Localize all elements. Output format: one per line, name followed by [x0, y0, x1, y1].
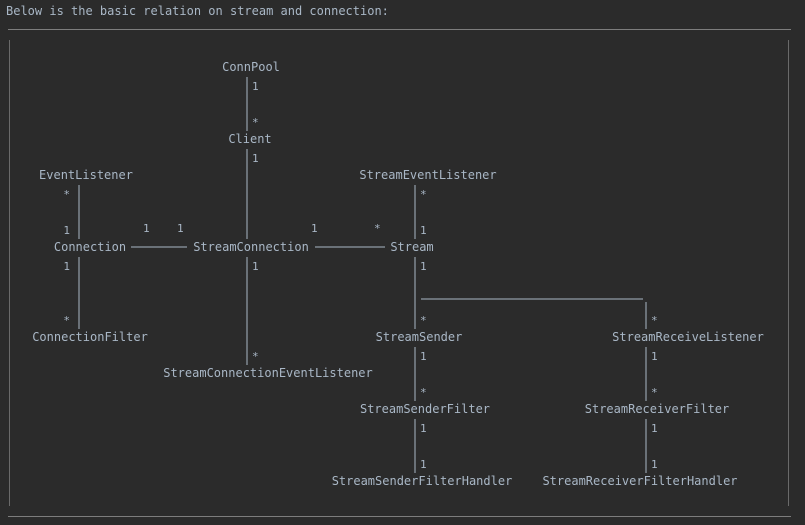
edge-connection-to-stream-connection-to-multiplicity: 1 [177, 222, 184, 235]
node-stream-sender-filter-handler: StreamSenderFilterHandler [332, 474, 513, 488]
edge-client-to-stream-connection-from-multiplicity: 1 [252, 152, 259, 165]
terminal-output: Below is the basic relation on stream an… [0, 0, 805, 525]
edge-stream-event-listener-to-stream-from-multiplicity: * [420, 188, 427, 201]
edge-conn-pool-to-client-to-multiplicity: * [252, 116, 259, 129]
node-stream-receive-listener: StreamReceiveListener [612, 330, 764, 344]
edge-stream-connection-to-stream-connection-event-listener-to-multiplicity: * [252, 350, 259, 363]
edge-stream-sender-to-stream-sender-filter-to-multiplicity: * [420, 386, 427, 399]
edge-connection-to-connection-filter-to-multiplicity: * [63, 314, 70, 327]
edge-stream-to-stream-sender-from-multiplicity: 1 [420, 260, 427, 273]
edge-stream-connection-to-stream-from-multiplicity: 1 [311, 222, 318, 235]
node-stream-sender-filter: StreamSenderFilter [360, 402, 490, 416]
edge-connection-to-connection-filter-from-multiplicity: 1 [63, 260, 70, 273]
edge-stream-event-listener-to-stream-to-multiplicity: 1 [420, 224, 427, 237]
edge-stream-to-stream-sender-to-multiplicity: * [420, 314, 427, 327]
edge-stream-sender-filter-to-stream-sender-filter-handler-from-multiplicity: 1 [420, 422, 427, 435]
edge-stream-to-stream-receive-listener-to-multiplicity: * [651, 314, 658, 327]
edge-stream-sender-to-stream-sender-filter-from-multiplicity: 1 [420, 350, 427, 363]
node-stream-connection: StreamConnection [193, 240, 309, 254]
edge-stream-receiver-filter-to-stream-receiver-filter-handler-to-multiplicity: 1 [651, 458, 658, 471]
node-stream-sender: StreamSender [376, 330, 463, 344]
edge-event-listener-to-connection-from-multiplicity: * [63, 188, 70, 201]
edge-stream-receiver-filter-to-stream-receiver-filter-handler-from-multiplicity: 1 [651, 422, 658, 435]
node-client: Client [228, 132, 271, 146]
edge-event-listener-to-connection-to-multiplicity: 1 [63, 224, 70, 237]
node-stream-receiver-filter-handler: StreamReceiverFilterHandler [542, 474, 737, 488]
node-conn-pool: ConnPool [222, 60, 280, 74]
node-stream-receiver-filter: StreamReceiverFilter [585, 402, 730, 416]
edge-connection-to-stream-connection-from-multiplicity: 1 [143, 222, 150, 235]
node-stream: Stream [390, 240, 433, 254]
edge-stream-connection-to-stream-connection-event-listener-from-multiplicity: 1 [252, 260, 259, 273]
node-stream-event-listener: StreamEventListener [359, 168, 496, 182]
node-connection-filter: ConnectionFilter [32, 330, 148, 344]
node-stream-connection-event-listener: StreamConnectionEventListener [163, 366, 373, 380]
edge-stream-receive-listener-to-stream-receiver-filter-to-multiplicity: * [651, 386, 658, 399]
edge-stream-connection-to-stream-to-multiplicity: * [374, 222, 381, 235]
node-connection: Connection [54, 240, 126, 254]
node-event-listener: EventListener [39, 168, 133, 182]
edge-conn-pool-to-client-from-multiplicity: 1 [252, 80, 259, 93]
relation-diagram: ConnPool Client EventListener StreamEventLi… [32, 60, 764, 488]
edge-stream-receive-listener-to-stream-receiver-filter-from-multiplicity: 1 [651, 350, 658, 363]
edge-stream-sender-filter-to-stream-sender-filter-handler-to-multiplicity: 1 [420, 458, 427, 471]
